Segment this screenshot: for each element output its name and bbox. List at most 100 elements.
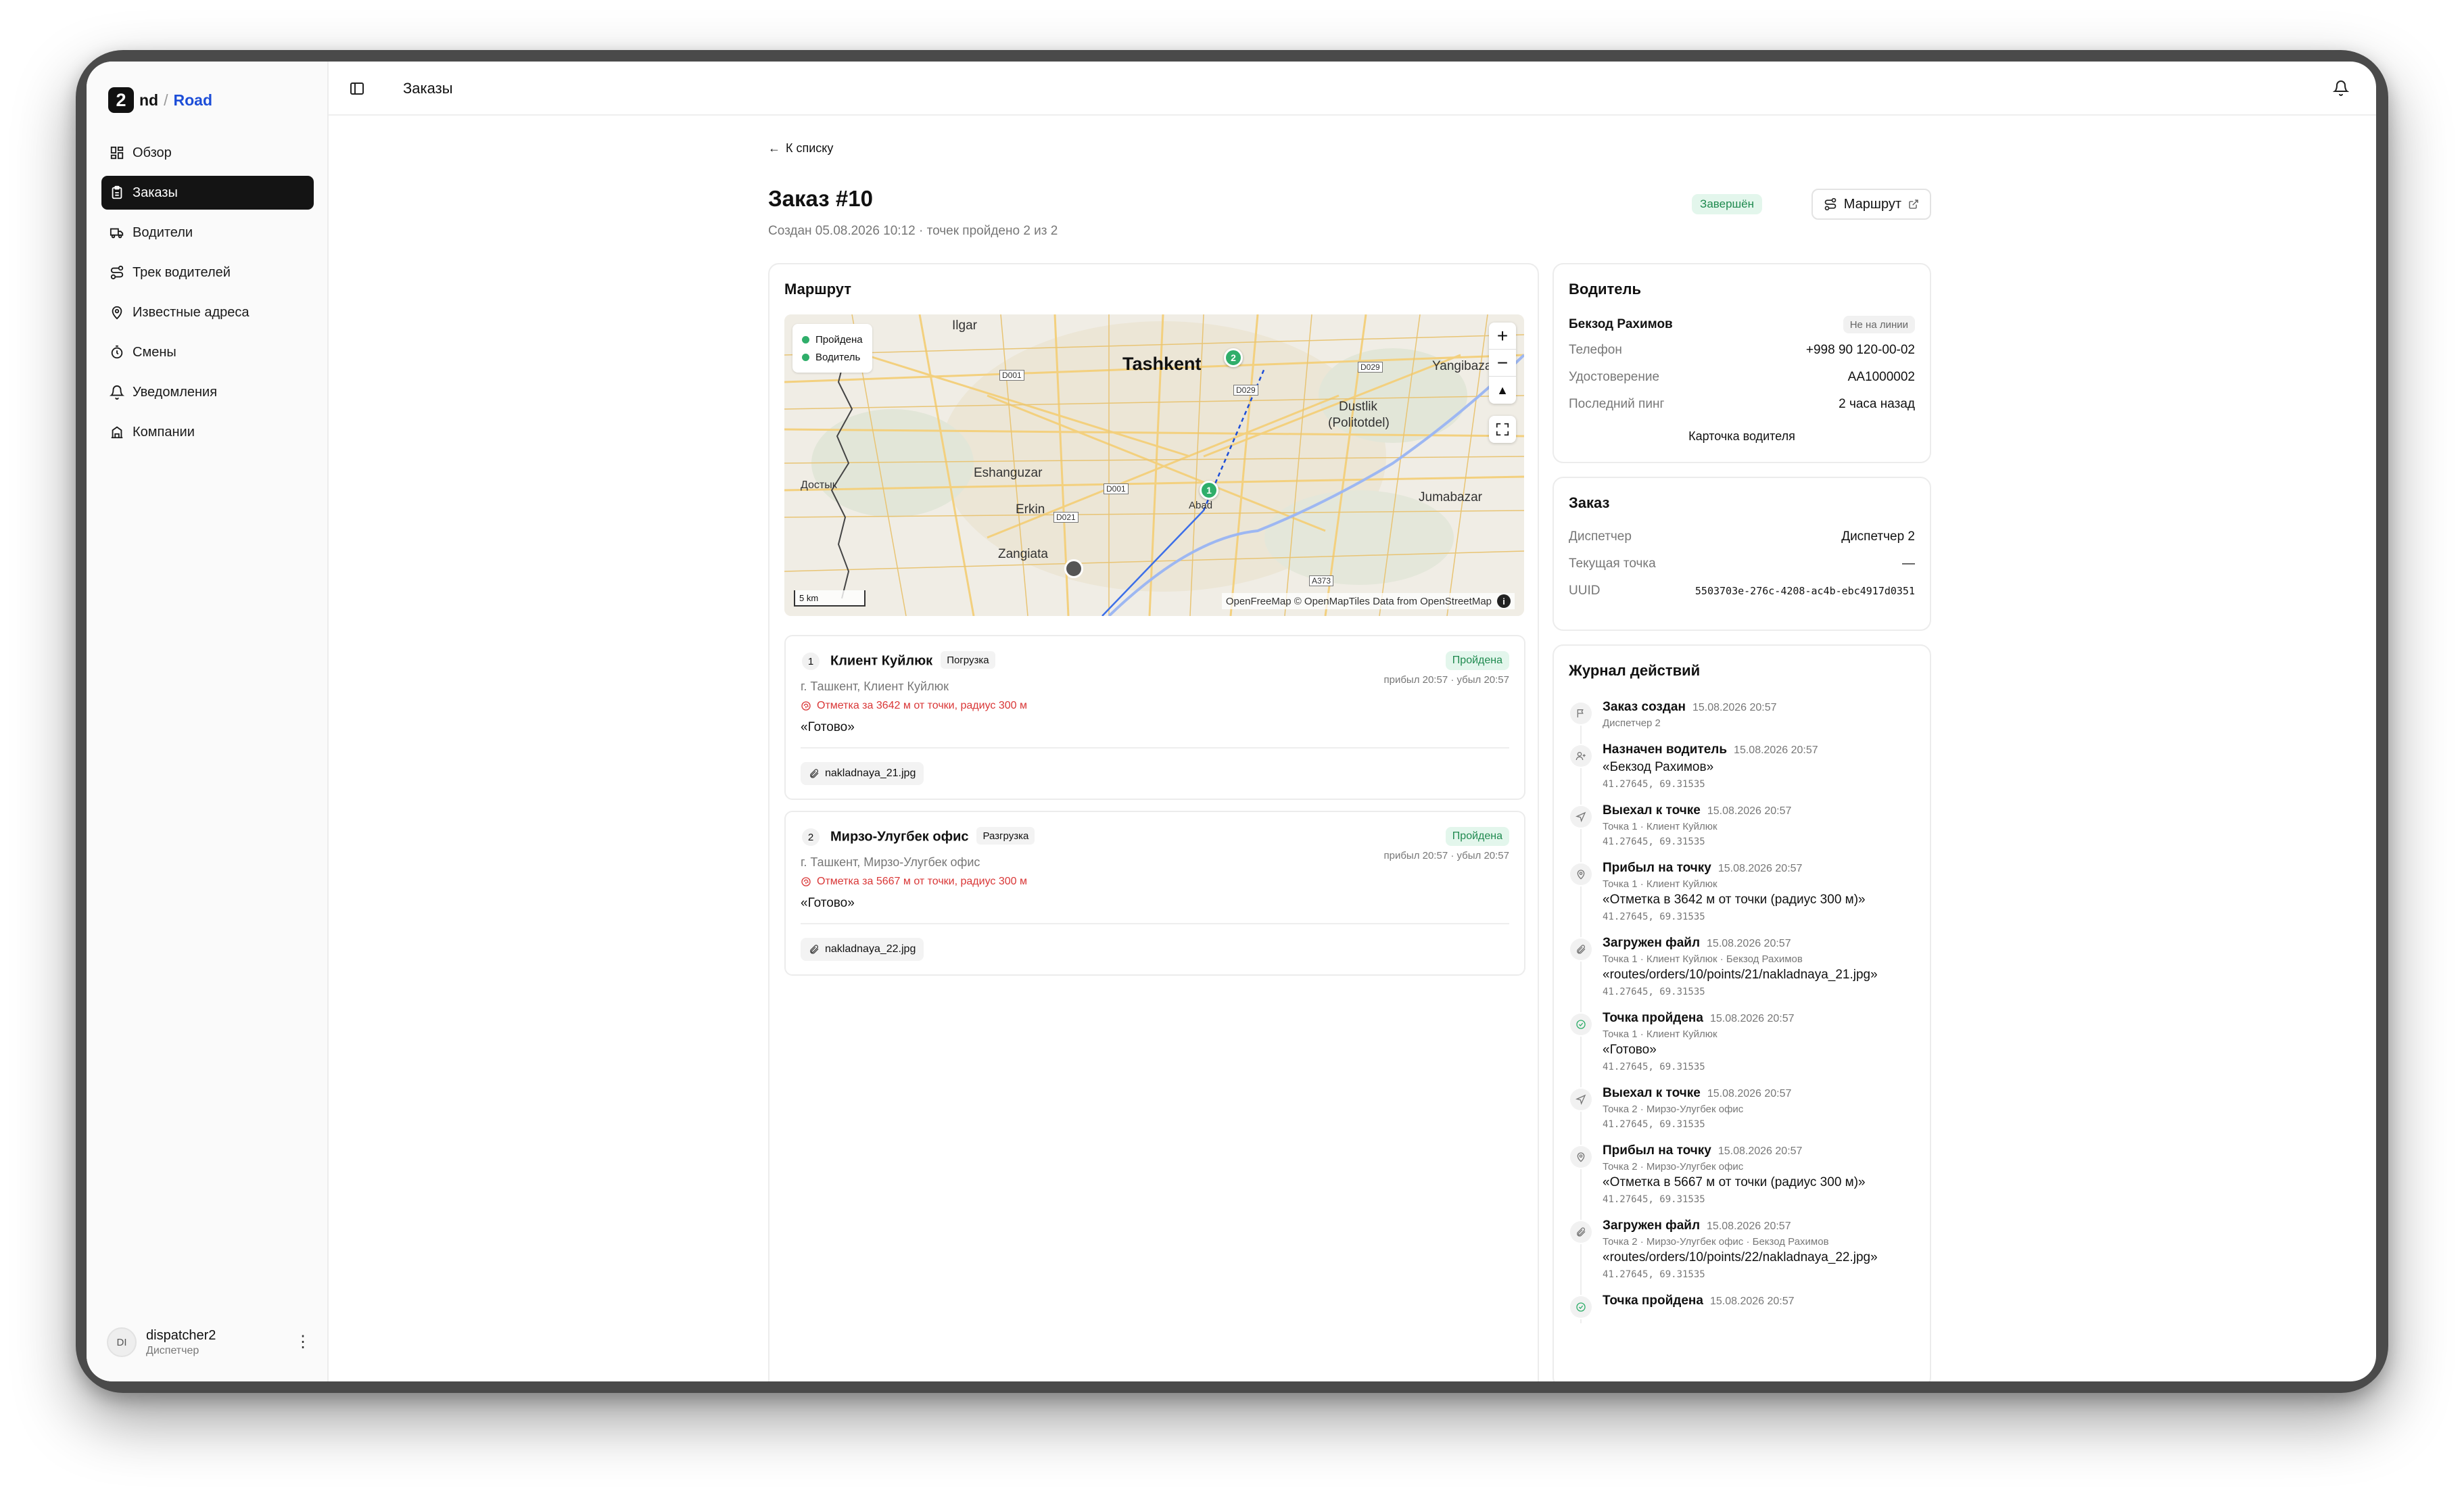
- more-vertical-icon[interactable]: ⋮: [295, 1334, 311, 1350]
- point-name-text: Клиент Куйлюк: [830, 653, 933, 669]
- dashboard-icon: [110, 146, 124, 160]
- point-comment: «Готово»: [801, 720, 855, 734]
- divider: [801, 923, 1509, 924]
- order-details: ← К списку Заказ #10 Создан 05.08.2026 1…: [768, 141, 1931, 1381]
- back-to-list-link[interactable]: ← К списку: [768, 141, 1931, 156]
- map-place-label: Jumabazar: [1419, 490, 1482, 504]
- fullscreen-icon: [1496, 423, 1509, 436]
- sidebar-item-notifications[interactable]: Уведомления: [101, 375, 314, 409]
- file-name: nakladnaya_22.jpg: [825, 943, 916, 955]
- timer-icon: [111, 345, 123, 359]
- divider: [801, 747, 1509, 749]
- map-city-label: Tashkent: [1122, 354, 1202, 374]
- avatar: DI: [107, 1327, 137, 1357]
- map-road-label: D021: [1053, 512, 1079, 523]
- map-place-label: Erkin: [1016, 502, 1045, 517]
- sidebar-item-label: Обзор: [133, 145, 172, 160]
- driver-card-link[interactable]: Карточка водителя: [1554, 429, 1930, 444]
- map-place-label: Eshanguzar: [974, 466, 1043, 480]
- log-entry-title: Прибыл на точку 15.08.2026 20:57: [1603, 1143, 1918, 1158]
- point-number: 1: [802, 653, 820, 670]
- sidebar-item-label: Смены: [133, 344, 176, 360]
- user-role: Диспетчер: [146, 1344, 199, 1356]
- zoom-in-button[interactable]: +: [1489, 323, 1516, 350]
- point-times: прибыл 20:57 · убыл 20:57: [1383, 850, 1509, 861]
- app-logo[interactable]: 2 nd / Road: [108, 87, 212, 113]
- log-entry-time: 15.08.2026 20:57: [1717, 863, 1803, 874]
- sidebar-item-driver-track[interactable]: Трек водителей: [101, 256, 314, 289]
- legend-item-passed: Пройдена: [802, 331, 863, 348]
- logo-nd: nd: [139, 91, 159, 109]
- sidebar-item-shifts[interactable]: Смены: [101, 335, 314, 369]
- log-entry-title: Выехал к точке 15.08.2026 20:57: [1603, 803, 1918, 818]
- page-header-title: Заказы: [403, 80, 453, 97]
- external-link-icon: [1909, 199, 1918, 209]
- sidebar-toggle-icon[interactable]: [349, 80, 365, 97]
- log-entry-coordinates: 41.27645, 69.31535: [1603, 1194, 1705, 1205]
- driver-ping-row: Последний пинг 2 часа назад: [1569, 397, 1915, 412]
- log-entry-time: 15.08.2026 20:57: [1709, 1013, 1795, 1024]
- sidebar-item-overview[interactable]: Обзор: [101, 136, 314, 170]
- truck-icon: [110, 228, 124, 239]
- zoom-out-button[interactable]: −: [1489, 350, 1516, 377]
- log-entry-subtitle: Точка 2 · Мирзо-Улугбек офис: [1603, 1161, 1744, 1172]
- status-badge: Завершён: [1692, 194, 1762, 214]
- route-map[interactable]: Пройдена Водитель Tashkent Ilgar Eshangu…: [784, 314, 1524, 616]
- map-road-label: D029: [1233, 385, 1258, 396]
- log-entry-coordinates: 41.27645, 69.31535: [1603, 911, 1705, 922]
- sidebar-item-orders[interactable]: Заказы: [101, 176, 314, 210]
- file-name: nakladnaya_21.jpg: [825, 767, 916, 779]
- point-file-attachment[interactable]: nakladnaya_21.jpg: [801, 762, 924, 785]
- timeline-line: [1580, 829, 1582, 862]
- log-entry-text: «Бекзод Рахимов»: [1603, 760, 1714, 774]
- page-subtitle: Создан 05.08.2026 10:12 · точек пройдено…: [768, 224, 1058, 238]
- timeline-line: [1580, 1319, 1582, 1323]
- user-menu[interactable]: DI dispatcher2 Диспетчер ⋮: [107, 1323, 311, 1361]
- log-entry-title: Загружен файл 15.08.2026 20:57: [1603, 936, 1918, 951]
- point-warning: Отметка за 3642 м от точки, радиус 300 м: [801, 700, 1027, 712]
- timeline-line: [1580, 962, 1582, 1012]
- log-entry-title-text: Прибыл на точку: [1603, 1143, 1711, 1158]
- fingerprint-icon: [801, 877, 811, 886]
- driver-phone-row: Телефон +998 90 120-00-02: [1569, 343, 1915, 358]
- dispatcher-row: Диспетчер Диспетчер 2: [1569, 529, 1915, 544]
- driver-license-row: Удостоверение AA1000002: [1569, 370, 1915, 385]
- logo-slash: /: [164, 91, 168, 109]
- log-entry-title-text: Выехал к точке: [1603, 803, 1701, 817]
- sidebar-item-companies[interactable]: Компании: [101, 415, 314, 449]
- notifications-bell-icon[interactable]: [2333, 80, 2349, 96]
- timeline-line: [1580, 1037, 1582, 1087]
- map-pin-icon: [112, 306, 122, 320]
- sidebar-item-drivers[interactable]: Водители: [101, 216, 314, 250]
- point-comment: «Готово»: [801, 896, 855, 910]
- uuid-row: UUID 5503703e-276c-4208-ac4b-ebc4917d035…: [1569, 584, 1915, 598]
- sidebar-item-known-addresses[interactable]: Известные адреса: [101, 295, 314, 329]
- log-entry-coordinates: 41.27645, 69.31535: [1603, 1269, 1705, 1280]
- map-road-label: D001: [999, 370, 1024, 381]
- top-bar: Заказы: [329, 62, 2376, 116]
- log-entry-title-text: Прибыл на точку: [1603, 861, 1711, 875]
- log-entry-subtitle: Точка 2 · Мирзо-Улугбек офис · Бекзод Ра…: [1603, 1236, 1829, 1248]
- log-entry-title-text: Загружен файл: [1603, 1218, 1701, 1233]
- legend-dot: [802, 335, 809, 343]
- point-warning-text: Отметка за 3642 м от точки, радиус 300 м: [817, 700, 1027, 711]
- attribution-text[interactable]: OpenFreeMap © OpenMapTiles Data from Ope…: [1226, 596, 1492, 607]
- sidebar-item-label: Известные адреса: [133, 304, 250, 320]
- timeline-line: [1580, 1169, 1582, 1220]
- ping-label: Последний пинг: [1569, 397, 1665, 411]
- compass-button[interactable]: ▲: [1489, 377, 1516, 404]
- map-driver-marker[interactable]: [1064, 559, 1083, 578]
- log-entry-title: Назначен водитель 15.08.2026 20:57: [1603, 742, 1918, 757]
- log-entry: Точка пройдена 15.08.2026 20:57 Точка 1 · …: [1566, 1011, 1918, 1087]
- point-file-attachment[interactable]: nakladnaya_22.jpg: [801, 938, 924, 961]
- route-icon: [1824, 197, 1837, 211]
- map-marker-point[interactable]: 1: [1200, 481, 1218, 500]
- user-plus-icon: [1570, 745, 1592, 767]
- legend-item-driver: Водитель: [802, 348, 863, 366]
- info-icon[interactable]: i: [1497, 594, 1511, 608]
- map-zoom-controls: + − ▲: [1489, 323, 1516, 404]
- fullscreen-button[interactable]: [1489, 416, 1516, 443]
- route-button[interactable]: Маршрут: [1811, 189, 1931, 220]
- map-marker-point[interactable]: 2: [1224, 348, 1243, 367]
- license-value: AA1000002: [1847, 370, 1915, 384]
